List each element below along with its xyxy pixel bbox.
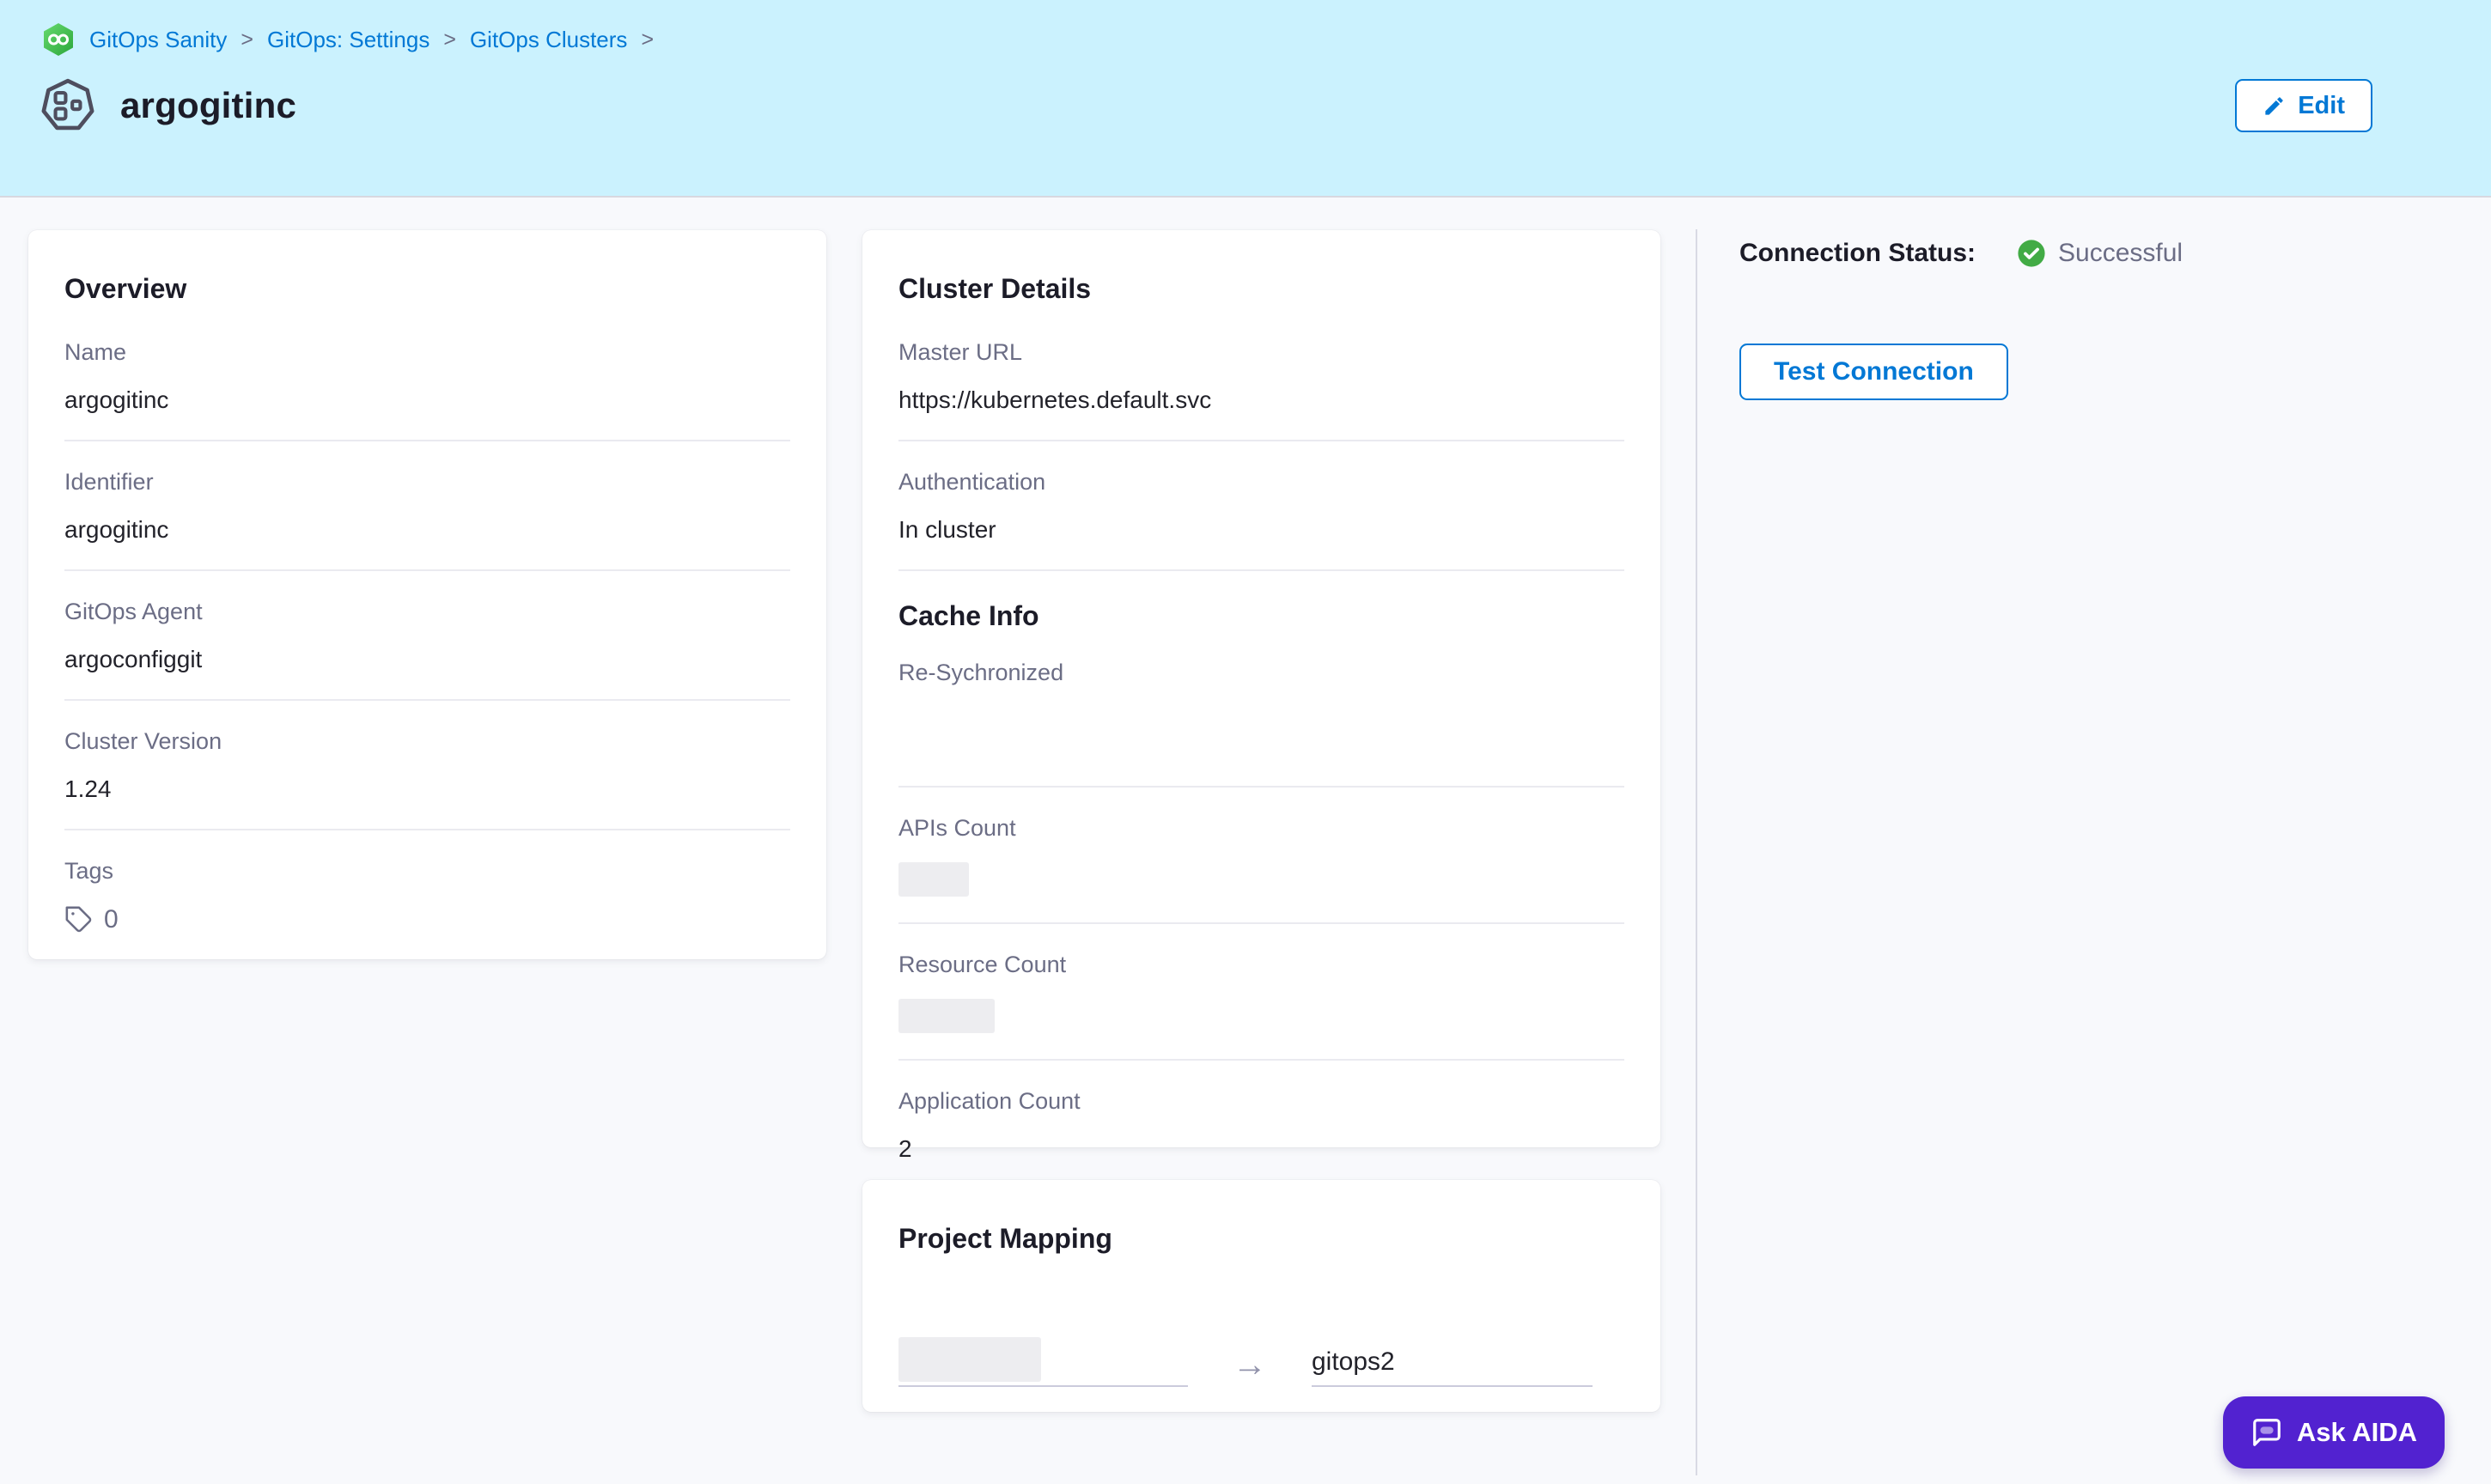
field-label: Master URL bbox=[898, 339, 1624, 366]
page-title: argogitinc bbox=[120, 85, 296, 126]
ask-aida-button[interactable]: Ask AIDA bbox=[2223, 1396, 2445, 1469]
mapping-target-field[interactable]: gitops2 bbox=[1312, 1347, 1593, 1387]
breadcrumb: GitOps Sanity > GitOps: Settings > GitOp… bbox=[41, 22, 654, 57]
connection-status-badge: Successful bbox=[2017, 239, 2183, 268]
field-value: argoconfiggit bbox=[64, 646, 790, 673]
connection-status-label: Connection Status: bbox=[1739, 239, 1976, 268]
tag-icon bbox=[64, 905, 94, 934]
overview-heading: Overview bbox=[64, 273, 790, 305]
field-label: Identifier bbox=[64, 469, 790, 496]
skeleton-placeholder bbox=[898, 862, 969, 897]
field-row-master-url: Master URL https://kubernetes.default.sv… bbox=[898, 305, 1624, 441]
ask-aida-label: Ask AIDA bbox=[2297, 1417, 2417, 1448]
main-content: Overview Name argogitinc Identifier argo… bbox=[0, 198, 2491, 1484]
field-row-cluster-version: Cluster Version 1.24 bbox=[64, 701, 790, 830]
project-mapping-card: Project Mapping → gitops2 bbox=[862, 1180, 1660, 1412]
breadcrumb-separator: > bbox=[241, 27, 253, 52]
breadcrumb-item-settings[interactable]: GitOps: Settings bbox=[267, 27, 429, 53]
field-row-application-count: Application Count 2 bbox=[898, 1061, 1624, 1189]
field-label: Resource Count bbox=[898, 952, 1624, 978]
cache-info-heading: Cache Info bbox=[898, 571, 1624, 632]
field-label: Application Count bbox=[898, 1088, 1624, 1115]
tags-count: 0 bbox=[104, 905, 119, 934]
gitops-project-icon bbox=[41, 22, 76, 57]
skeleton-placeholder bbox=[898, 999, 995, 1033]
breadcrumb-item-project[interactable]: GitOps Sanity bbox=[89, 27, 227, 53]
connection-status-value: Successful bbox=[2058, 239, 2183, 268]
field-value: argogitinc bbox=[64, 516, 790, 544]
cluster-icon bbox=[40, 77, 96, 134]
test-connection-button[interactable]: Test Connection bbox=[1739, 344, 2008, 400]
project-mapping-row: → gitops2 bbox=[898, 1337, 1624, 1387]
field-label: Name bbox=[64, 339, 790, 366]
test-connection-label: Test Connection bbox=[1774, 357, 1974, 386]
edit-button[interactable]: Edit bbox=[2235, 79, 2372, 132]
vertical-divider bbox=[1696, 229, 1697, 1475]
overview-card: Overview Name argogitinc Identifier argo… bbox=[28, 230, 826, 959]
arrow-right-icon: → bbox=[1233, 1347, 1267, 1382]
field-row-identifier: Identifier argogitinc bbox=[64, 441, 790, 571]
field-row-tags: Tags 0 bbox=[64, 830, 790, 934]
field-value: 1.24 bbox=[64, 775, 790, 803]
cluster-details-heading: Cluster Details bbox=[898, 273, 1624, 305]
field-label: Cluster Version bbox=[64, 728, 790, 755]
field-row-resynchronized: Re-Sychronized bbox=[898, 632, 1624, 788]
field-row-gitops-agent: GitOps Agent argoconfiggit bbox=[64, 571, 790, 701]
field-label: GitOps Agent bbox=[64, 599, 790, 625]
field-value: https://kubernetes.default.svc bbox=[898, 386, 1624, 414]
breadcrumb-separator: > bbox=[443, 27, 456, 52]
cluster-details-card: Cluster Details Master URL https://kuber… bbox=[862, 230, 1660, 1147]
skeleton-placeholder bbox=[898, 1337, 1041, 1382]
tags-label: Tags bbox=[64, 858, 790, 885]
field-row-apis-count: APIs Count bbox=[898, 788, 1624, 924]
field-row-authentication: Authentication In cluster bbox=[898, 441, 1624, 571]
field-value: argogitinc bbox=[64, 386, 790, 414]
chat-bubble-icon bbox=[2250, 1416, 2283, 1449]
field-value-empty bbox=[898, 707, 1624, 760]
breadcrumb-separator: > bbox=[641, 27, 654, 52]
check-circle-icon bbox=[2017, 239, 2046, 268]
project-mapping-heading: Project Mapping bbox=[898, 1223, 1624, 1255]
field-label: Re-Sychronized bbox=[898, 660, 1624, 686]
field-value: In cluster bbox=[898, 516, 1624, 544]
mapping-source-field[interactable] bbox=[898, 1337, 1188, 1387]
field-row-name: Name argogitinc bbox=[64, 305, 790, 441]
connection-panel: Connection Status: Successful Test Conne… bbox=[1739, 239, 2183, 400]
pencil-icon bbox=[2263, 94, 2286, 118]
edit-button-label: Edit bbox=[2298, 92, 2345, 120]
page-header: GitOps Sanity > GitOps: Settings > GitOp… bbox=[0, 0, 2491, 198]
field-label: APIs Count bbox=[898, 815, 1624, 842]
field-row-resource-count: Resource Count bbox=[898, 924, 1624, 1061]
field-value: 2 bbox=[898, 1135, 1624, 1163]
field-label: Authentication bbox=[898, 469, 1624, 496]
title-row: argogitinc bbox=[40, 77, 296, 134]
breadcrumb-item-clusters[interactable]: GitOps Clusters bbox=[470, 27, 628, 53]
